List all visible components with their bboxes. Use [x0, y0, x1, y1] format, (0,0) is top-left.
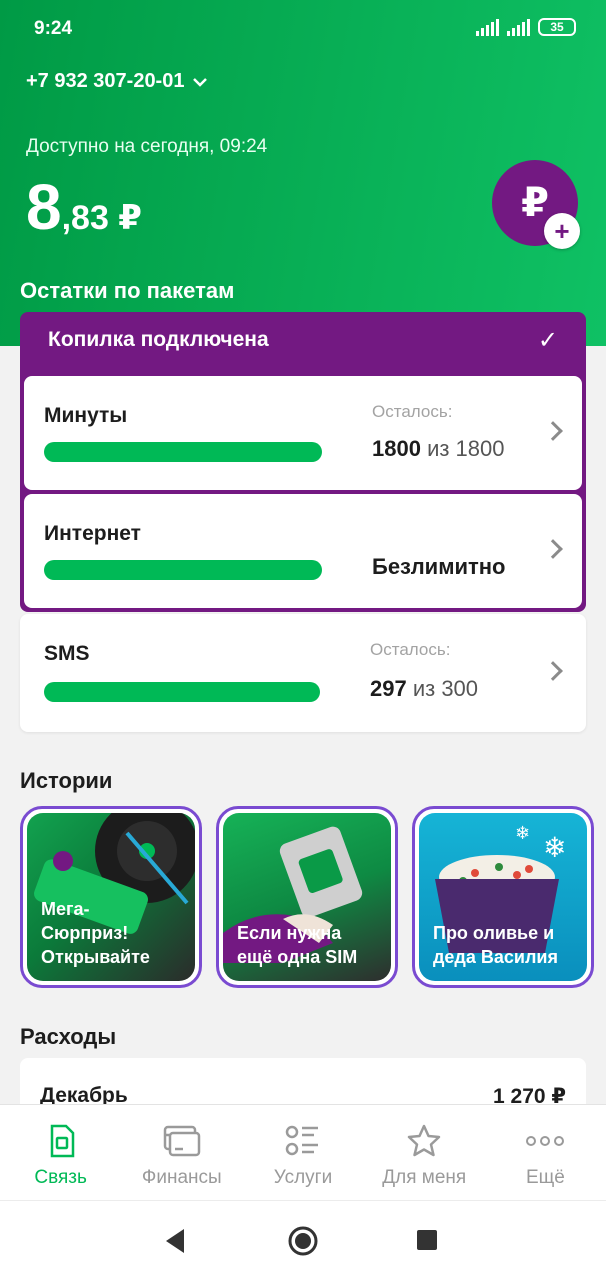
phone-selector[interactable]: +7 932 307-20-01	[26, 70, 208, 93]
svg-text:❄: ❄	[543, 831, 566, 864]
progress-bar	[44, 442, 322, 462]
balance-integer: 8	[26, 171, 62, 243]
signal-icon	[507, 18, 530, 36]
remain-caption: Осталось:	[370, 640, 451, 659]
signal-icon	[476, 18, 499, 36]
battery-icon: 35	[538, 18, 576, 36]
progress-bar	[44, 682, 320, 702]
story-text: Если нужна ещё одна SIM	[237, 923, 358, 967]
star-icon	[406, 1121, 442, 1161]
package-card-internet[interactable]: Интернет Безлимитно	[24, 494, 582, 608]
chevron-right-icon	[543, 661, 563, 681]
status-time: 9:24	[34, 18, 73, 39]
tab-label: Услуги	[273, 1167, 333, 1188]
package-card-sms[interactable]: SMS Осталось: 297 из 300	[20, 614, 586, 732]
balance-fraction: ,83 ₽	[61, 199, 142, 237]
story-text: Мега- Сюрприз! Открывайте	[41, 899, 150, 967]
tab-more[interactable]: Ещё	[485, 1105, 606, 1200]
tab-finance[interactable]: Финансы	[121, 1105, 242, 1200]
tab-label: Финансы	[141, 1167, 222, 1188]
tab-svyaz[interactable]: Связь	[0, 1105, 121, 1200]
tab-label: Для меня	[382, 1167, 467, 1188]
tab-services[interactable]: Услуги	[242, 1105, 363, 1200]
more-icon	[525, 1121, 565, 1161]
bottom-tab-bar: Связь Финансы Услуги Для меня Ещё	[0, 1104, 606, 1200]
phone-number: +7 932 307-20-01	[26, 70, 185, 92]
chevron-right-icon	[543, 539, 563, 559]
tab-label: Связь	[34, 1167, 87, 1188]
stories-title: Истории	[20, 768, 113, 793]
sim-icon	[46, 1121, 76, 1161]
tab-for-me[interactable]: Для меня	[364, 1105, 485, 1200]
ruble-icon: ₽	[521, 181, 549, 225]
package-card-minutes[interactable]: Минуты Осталось: 1800 из 1800	[24, 376, 582, 490]
status-icons: 35	[476, 18, 576, 36]
remain-caption: Осталось:	[372, 402, 453, 421]
balance-amount: 8,83 ₽	[26, 170, 142, 244]
story-mega-surprise[interactable]: Мега- Сюрприз! Открывайте	[20, 806, 202, 988]
system-nav-bar	[0, 1200, 606, 1280]
package-name: Минуты	[44, 404, 128, 427]
unlimited-label: Безлимитно	[372, 554, 506, 579]
tab-label: Ещё	[525, 1167, 565, 1188]
remain-value: 297 из 300	[370, 676, 479, 701]
check-icon: ✓	[537, 327, 558, 354]
piggy-bank-label: Копилка подключена	[48, 328, 269, 351]
story-text: Про оливье и деда Василия	[433, 923, 558, 967]
recents-icon[interactable]	[416, 1229, 438, 1251]
progress-bar	[44, 560, 322, 580]
chevron-right-icon	[543, 421, 563, 441]
svg-text:❄: ❄	[515, 823, 530, 844]
package-name: Интернет	[44, 522, 141, 545]
home-icon[interactable]	[287, 1225, 319, 1257]
packages-title: Остатки по пакетам	[20, 278, 235, 303]
story-olivier[interactable]: ❄ ❄ Про оливье и деда Василия	[412, 806, 594, 988]
story-second-sim[interactable]: Если нужна ещё одна SIM	[216, 806, 398, 988]
package-name: SMS	[44, 642, 90, 665]
plus-icon[interactable]: +	[544, 213, 580, 249]
status-bar: 9:24 35	[0, 0, 606, 60]
list-icon	[285, 1121, 321, 1161]
card-icon	[163, 1121, 201, 1161]
available-label: Доступно на сегодня, 09:24	[26, 136, 268, 157]
back-icon[interactable]	[162, 1227, 188, 1255]
remain-value: 1800 из 1800	[372, 436, 505, 461]
chevron-down-icon	[193, 77, 208, 87]
expenses-title: Расходы	[20, 1024, 117, 1049]
